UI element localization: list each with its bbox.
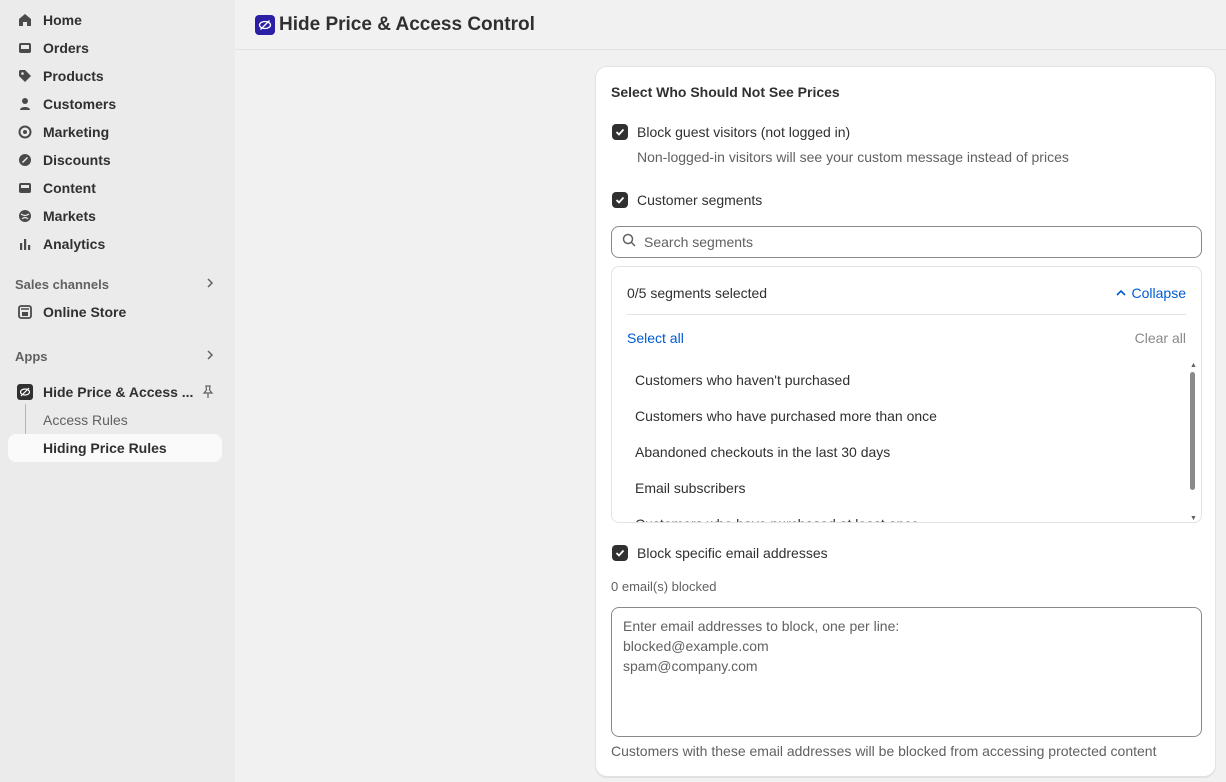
sub-item-label: Access Rules [43,412,128,428]
discount-icon [17,152,33,168]
nav-marketing[interactable]: Marketing [8,118,222,146]
eye-off-icon [17,384,33,400]
search-icon [622,233,636,252]
sub-item-label: Hiding Price Rules [43,440,167,456]
select-all-link[interactable]: Select all [627,330,684,346]
chevron-right-icon [205,275,215,293]
nav-online-store[interactable]: Online Store [8,298,222,326]
nav-label: Online Store [43,304,127,320]
emails-checkbox-label: Block specific email addresses [637,545,828,561]
chevron-right-icon [205,347,215,365]
eye-off-icon [255,14,275,35]
nav-home[interactable]: Home [8,6,222,34]
segment-search[interactable] [611,226,1202,258]
store-icon [17,304,33,320]
guest-checkbox-row[interactable]: Block guest visitors (not logged in) [612,124,850,140]
search-input[interactable] [644,234,1184,250]
image-icon [17,180,33,196]
scroll-thumb[interactable] [1190,372,1195,490]
nav-label: Hide Price & Access ... [43,384,194,400]
nav-label: Markets [43,208,96,224]
nav-customers[interactable]: Customers [8,90,222,118]
scroll-up-arrow-icon[interactable]: ▲ [1190,362,1197,369]
checkbox-checked[interactable] [612,192,628,208]
section-label: Sales channels [15,276,109,292]
nav-products[interactable]: Products [8,62,222,90]
nav-label: Analytics [43,236,106,252]
nav-content[interactable]: Content [8,174,222,202]
nav-label: Products [43,68,104,84]
emails-count: 0 email(s) blocked [611,579,717,594]
chevron-up-icon [1115,288,1126,298]
scroll-down-arrow-icon[interactable]: ▼ [1190,515,1197,522]
segment-scrollbar[interactable]: ▲ ▼ [1189,362,1197,522]
nav-orders[interactable]: Orders [8,34,222,62]
inbox-icon [17,40,33,56]
sub-item-hiding-price-rules[interactable]: Hiding Price Rules [8,434,222,462]
section-label: Apps [15,348,48,364]
nav-label: Content [43,180,96,196]
checkbox-checked[interactable] [612,124,628,140]
nav-label: Customers [43,96,117,112]
collapse-label: Collapse [1131,285,1186,301]
sidebar: Home Orders Products Customers Marketing… [0,0,235,782]
segment-option[interactable]: Customers who haven't purchased [612,362,1187,398]
pin-icon[interactable] [201,385,215,404]
apps-header[interactable]: Apps [15,346,215,366]
segments-count: 0/5 segments selected [627,285,768,301]
person-icon [17,96,33,112]
nav-label: Marketing [43,124,110,140]
guest-help-text: Non-logged-in visitors will see your cus… [637,149,1069,165]
tag-icon [17,68,33,84]
segment-option[interactable]: Email subscribers [612,470,1187,506]
collapse-button[interactable]: Collapse [1115,285,1186,301]
guest-checkbox-label: Block guest visitors (not logged in) [637,124,851,140]
globe-icon [17,208,33,224]
segment-list: Customers who haven't purchased Customer… [612,362,1187,522]
card-title: Select Who Should Not See Prices [611,84,840,100]
settings-card: Select Who Should Not See Prices Block g… [595,66,1216,777]
home-icon [17,12,33,28]
page-title: Hide Price & Access Control [279,13,535,35]
nav-label: Orders [43,40,89,56]
emails-checkbox-row[interactable]: Block specific email addresses [612,545,828,561]
segment-option[interactable]: Customers who have purchased more than o… [612,398,1187,434]
email-textarea[interactable]: Enter email addresses to block, one per … [611,607,1202,737]
emails-help-text: Customers with these email addresses wil… [611,743,1157,759]
target-icon [17,124,33,140]
nav-markets[interactable]: Markets [8,202,222,230]
divider [627,314,1186,315]
nav-app-hide-price[interactable]: Hide Price & Access ... [8,378,222,406]
bar-chart-icon [17,236,33,252]
sales-channels-header[interactable]: Sales channels [15,274,215,294]
segments-checkbox-label: Customer segments [637,192,763,208]
segment-option[interactable]: Customers who have purchased at least on… [612,506,1187,522]
segment-option[interactable]: Abandoned checkouts in the last 30 days [612,434,1187,470]
nav-analytics[interactable]: Analytics [8,230,222,258]
checkbox-checked[interactable] [612,545,628,561]
segments-checkbox-row[interactable]: Customer segments [612,192,762,208]
nav-label: Discounts [43,152,111,168]
nav-discounts[interactable]: Discounts [8,146,222,174]
clear-all-link[interactable]: Clear all [1135,330,1186,346]
sub-item-access-rules[interactable]: Access Rules [8,406,222,434]
segments-panel: 0/5 segments selected Collapse Select al… [611,266,1202,523]
nav-label: Home [43,12,82,28]
page-header: Hide Price & Access Control [235,0,1226,50]
